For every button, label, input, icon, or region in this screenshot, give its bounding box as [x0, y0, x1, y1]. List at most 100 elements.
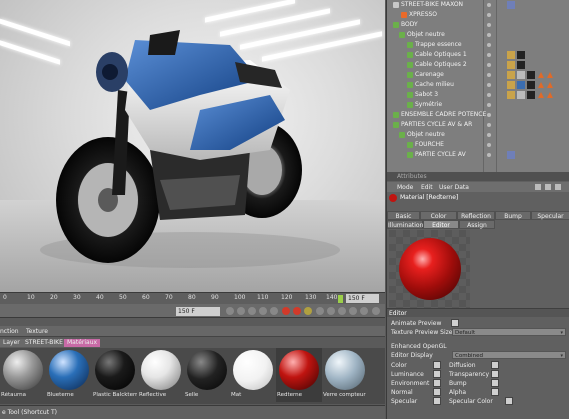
- object-row[interactable]: FOURCHE: [387, 140, 569, 150]
- material-swatch[interactable]: Plastic Balckterne: [92, 348, 138, 402]
- material-tag-icon[interactable]: [507, 61, 515, 69]
- visibility-dots[interactable]: [487, 23, 491, 27]
- param-key-icon[interactable]: [349, 307, 357, 315]
- object-row[interactable]: Cable Optiques 2: [387, 60, 569, 70]
- object-row[interactable]: BODY: [387, 20, 569, 30]
- tab-assign[interactable]: Assign: [459, 220, 495, 229]
- pla-key-icon[interactable]: [360, 307, 368, 315]
- channel-checkbox[interactable]: [491, 379, 499, 387]
- menu-edit[interactable]: Edit: [421, 184, 433, 191]
- channel-checkbox[interactable]: [505, 397, 513, 405]
- channel-checkbox[interactable]: [433, 397, 441, 405]
- timeline-ruler[interactable]: 0 10 20 30 40 50 60 70 80 90 100 110 120…: [0, 292, 385, 304]
- new-panel-icon[interactable]: [555, 184, 561, 190]
- tab-color[interactable]: Color: [420, 211, 457, 220]
- tab-illumination[interactable]: Illumination: [387, 220, 423, 229]
- visibility-dots[interactable]: [487, 93, 491, 97]
- material-tag-icon[interactable]: [507, 81, 515, 89]
- visibility-dots[interactable]: [487, 33, 491, 37]
- channel-checkbox[interactable]: [491, 388, 499, 396]
- object-row[interactable]: STREET-BIKE MAXON: [387, 0, 569, 10]
- material-tag-icon[interactable]: [527, 81, 535, 89]
- material-swatch[interactable]: Selle: [184, 348, 230, 402]
- object-row[interactable]: ENSEMBLE CADRE POTENCE: [387, 110, 569, 120]
- visibility-dots[interactable]: [487, 153, 491, 157]
- autokey-icon[interactable]: [293, 307, 301, 315]
- material-swatch[interactable]: Mat: [230, 348, 276, 402]
- visibility-dots[interactable]: [487, 13, 491, 17]
- material-swatch[interactable]: Verre compteur: [322, 348, 368, 402]
- visibility-dots[interactable]: [487, 3, 491, 7]
- move-key-icon[interactable]: [316, 307, 324, 315]
- channel-checkbox[interactable]: [491, 361, 499, 369]
- end-frame-field[interactable]: 150 F: [346, 294, 379, 303]
- visibility-dots[interactable]: [487, 123, 491, 127]
- object-row[interactable]: Symétrie: [387, 100, 569, 110]
- tag-icon[interactable]: [507, 151, 515, 159]
- object-row[interactable]: Objet neutre: [387, 30, 569, 40]
- menu-function[interactable]: nction: [0, 328, 19, 335]
- timeline-menu-icon[interactable]: [372, 307, 380, 315]
- material-tag-icon[interactable]: [517, 81, 525, 89]
- material-swatch[interactable]: Rétaurna: [0, 348, 46, 402]
- material-tag-icon[interactable]: [507, 71, 515, 79]
- material-tag-icon[interactable]: [527, 91, 535, 99]
- visibility-dots[interactable]: [487, 63, 491, 67]
- rotate-key-icon[interactable]: [338, 307, 346, 315]
- tab-reflection[interactable]: Reflection: [457, 211, 495, 220]
- tab-street-bike[interactable]: STREET-BIKE: [22, 339, 66, 347]
- visibility-dots[interactable]: [487, 73, 491, 77]
- material-swatch-selected[interactable]: Redterne: [276, 348, 322, 402]
- menu-user-data[interactable]: User Data: [439, 184, 469, 191]
- record-icon[interactable]: [282, 307, 290, 315]
- visibility-dots[interactable]: [487, 143, 491, 147]
- material-tag-icon[interactable]: [517, 61, 525, 69]
- editor-display-select[interactable]: Combined: [452, 351, 566, 360]
- object-row[interactable]: PARTIE CYCLE AV: [387, 150, 569, 160]
- visibility-dots[interactable]: [487, 43, 491, 47]
- material-tag-icon[interactable]: [527, 71, 535, 79]
- tag-icon[interactable]: [507, 1, 515, 9]
- keyframe-icon[interactable]: [304, 307, 312, 315]
- current-frame-field[interactable]: 150 F: [176, 307, 220, 316]
- channel-checkbox[interactable]: [433, 388, 441, 396]
- material-swatch[interactable]: Blueterne: [46, 348, 92, 402]
- channel-checkbox[interactable]: [433, 379, 441, 387]
- tab-editor[interactable]: Editor: [423, 220, 459, 229]
- scale-key-icon[interactable]: [327, 307, 335, 315]
- prev-frame-icon[interactable]: [248, 307, 256, 315]
- 3d-viewport[interactable]: [0, 0, 385, 292]
- visibility-dots[interactable]: [487, 113, 491, 117]
- menu-texture[interactable]: Texture: [26, 328, 48, 335]
- material-tag-icon[interactable]: [507, 91, 515, 99]
- tab-basic[interactable]: Basic: [387, 211, 420, 220]
- object-row[interactable]: Carenage: [387, 70, 569, 80]
- object-row[interactable]: XPRESSO: [387, 10, 569, 20]
- object-row[interactable]: Cache milieu: [387, 80, 569, 90]
- object-row[interactable]: Cable Optiques 1: [387, 50, 569, 60]
- prev-key-icon[interactable]: [237, 307, 245, 315]
- channel-checkbox[interactable]: [433, 361, 441, 369]
- visibility-dots[interactable]: [487, 133, 491, 137]
- object-row[interactable]: Trappe essence: [387, 40, 569, 50]
- menu-mode[interactable]: Mode: [397, 184, 413, 191]
- visibility-dots[interactable]: [487, 53, 491, 57]
- lock-icon[interactable]: [545, 184, 551, 190]
- channel-checkbox[interactable]: [491, 370, 499, 378]
- material-tag-icon[interactable]: [517, 91, 525, 99]
- material-swatch[interactable]: Reflective: [138, 348, 184, 402]
- material-tag-icon[interactable]: [517, 51, 525, 59]
- tab-bump[interactable]: Bump: [495, 211, 531, 220]
- object-row[interactable]: Sabot 3: [387, 90, 569, 100]
- texture-preview-select[interactable]: Default: [452, 328, 566, 337]
- channel-checkbox[interactable]: [433, 370, 441, 378]
- material-tag-icon[interactable]: [507, 51, 515, 59]
- animate-preview-checkbox[interactable]: [451, 319, 459, 327]
- next-frame-icon[interactable]: [270, 307, 278, 315]
- tab-materiaux[interactable]: Matériaux: [64, 339, 101, 347]
- object-row[interactable]: PARTIES CYCLE AV & AR: [387, 120, 569, 130]
- object-row[interactable]: Objet neutre: [387, 130, 569, 140]
- visibility-dots[interactable]: [487, 103, 491, 107]
- visibility-dots[interactable]: [487, 83, 491, 87]
- tab-layer[interactable]: Layer: [0, 339, 23, 347]
